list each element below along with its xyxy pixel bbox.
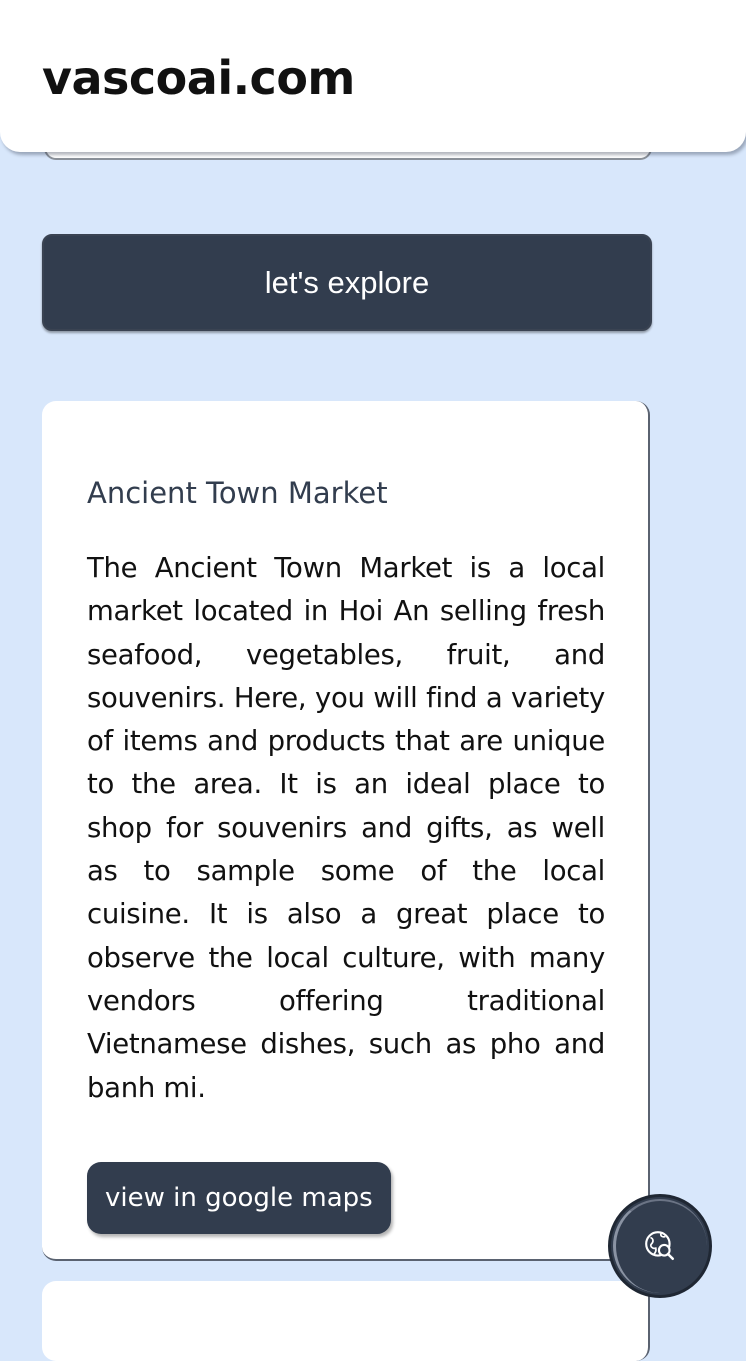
next-place-card bbox=[42, 1281, 650, 1361]
site-logo-text[interactable]: vascoai.com bbox=[42, 48, 355, 108]
globe-search-icon bbox=[645, 1231, 675, 1261]
place-title: Ancient Town Market bbox=[87, 476, 388, 510]
explore-fab-button[interactable] bbox=[608, 1194, 712, 1298]
explore-button[interactable]: let's explore bbox=[42, 234, 652, 331]
place-card: Ancient Town Market The Ancient Town Mar… bbox=[42, 401, 650, 1261]
top-header: vascoai.com bbox=[0, 0, 746, 152]
google-maps-button[interactable]: view in google maps bbox=[87, 1162, 391, 1234]
place-description: The Ancient Town Market is a local marke… bbox=[87, 552, 605, 1104]
